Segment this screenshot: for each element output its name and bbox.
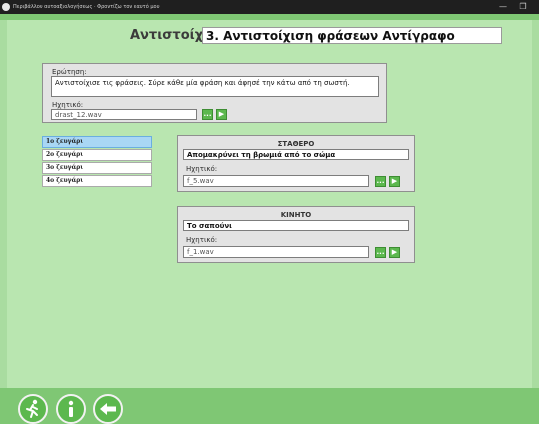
restore-button[interactable]: ❐ — [514, 0, 532, 14]
fixed-text-field[interactable]: Απομακρύνει τη βρωμιά από το σώμα — [183, 149, 409, 160]
question-play-button[interactable]: ▶ — [216, 109, 227, 120]
back-button[interactable] — [93, 394, 123, 424]
pair-item-3[interactable]: 3ο ζευγάρι — [42, 162, 152, 174]
window-title: Περιβάλλον αυτοαξιολογήσεως · Φροντίζω τ… — [13, 4, 160, 10]
running-person-icon — [26, 399, 38, 418]
moving-play-button[interactable]: ▶ — [389, 247, 400, 258]
minimize-button[interactable]: — — [494, 0, 512, 14]
fixed-sound-label: Ηχητικό: — [186, 165, 218, 173]
play-icon: ▶ — [391, 177, 398, 185]
fixed-play-button[interactable]: ▶ — [389, 176, 400, 187]
pair-list: 1ο ζευγάρι 2ο ζευγάρι 3ο ζευγάρι 4ο ζευγ… — [42, 136, 152, 188]
moving-text-field[interactable]: Το σαπούνι — [183, 220, 409, 231]
pair-item-2[interactable]: 2ο ζευγάρι — [42, 149, 152, 161]
arrow-left-icon — [100, 403, 116, 415]
activity-title-field[interactable]: 3. Αντιστοίχιση φράσεων Αντίγραφο — [202, 27, 502, 44]
pair-item-1[interactable]: 1ο ζευγάρι — [42, 136, 152, 148]
window-titlebar: Περιβάλλον αυτοαξιολογήσεως · Φροντίζω τ… — [0, 0, 539, 14]
pair-item-4[interactable]: 4ο ζευγάρι — [42, 175, 152, 187]
play-icon: ▶ — [391, 248, 398, 256]
play-icon: ▶ — [218, 110, 225, 118]
question-sound-label: Ηχητικό: — [52, 101, 84, 109]
question-browse-button[interactable]: ... — [202, 109, 213, 120]
info-button[interactable] — [56, 394, 86, 424]
question-label: Ερώτηση: — [52, 68, 87, 76]
question-panel: Ερώτηση: Αντιστοίχισε τις φράσεις. Σύρε … — [42, 63, 387, 123]
run-button[interactable] — [18, 394, 48, 424]
moving-panel-title: ΚΙΝΗΤΟ — [280, 211, 312, 219]
moving-sound-label: Ηχητικό: — [186, 236, 218, 244]
fixed-browse-button[interactable]: ... — [375, 176, 386, 187]
fixed-panel-title: ΣΤΑΘΕΡΟ — [277, 140, 315, 148]
info-icon — [68, 400, 74, 417]
moving-browse-button[interactable]: ... — [375, 247, 386, 258]
app-icon — [2, 3, 10, 11]
moving-panel: ΚΙΝΗΤΟ Το σαπούνι Ηχητικό: f_1.wav ... ▶ — [177, 206, 415, 263]
question-text-field[interactable]: Αντιστοίχισε τις φράσεις. Σύρε κάθε μία … — [51, 76, 379, 97]
fixed-panel: ΣΤΑΘΕΡΟ Απομακρύνει τη βρωμιά από το σώμ… — [177, 135, 415, 192]
fixed-sound-field[interactable]: f_5.wav — [183, 175, 369, 187]
moving-sound-field[interactable]: f_1.wav — [183, 246, 369, 258]
question-sound-field[interactable]: drast_12.wav — [51, 109, 197, 120]
